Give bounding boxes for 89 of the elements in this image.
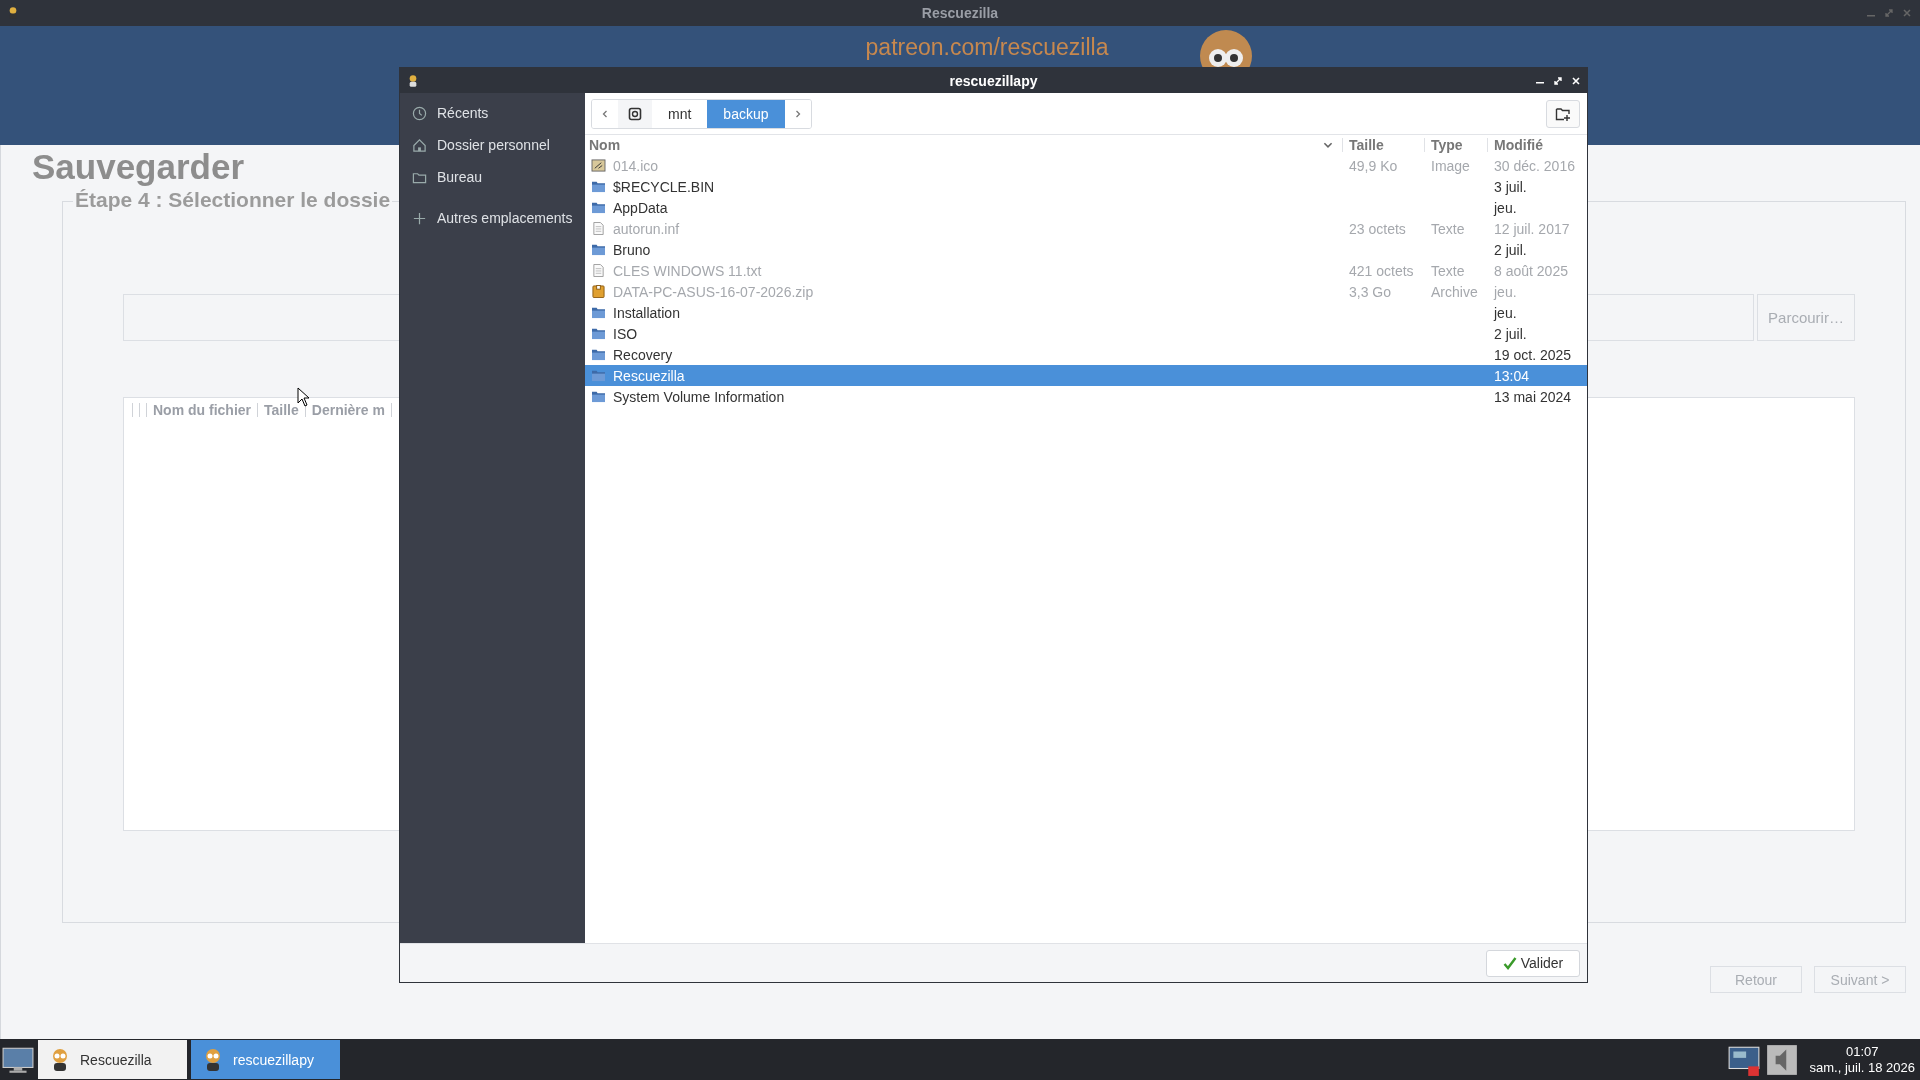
file-name: Rescuezilla: [613, 367, 685, 384]
file-name: System Volume Information: [613, 388, 785, 405]
place-item[interactable]: Autres emplacements: [400, 202, 585, 234]
file-name: Installation: [613, 304, 680, 321]
file-size: 23 octets: [1349, 220, 1406, 237]
file-name: Bruno: [613, 241, 651, 258]
file-modified: jeu.: [1494, 304, 1517, 321]
file-name: 014.ico: [613, 157, 659, 174]
file-row[interactable]: $RECYCLE.BIN 3 juil.: [585, 176, 1587, 197]
dialog-title: rescuezillapy: [949, 72, 1038, 89]
file-size: 421 octets: [1349, 262, 1414, 279]
text-file-icon: [591, 222, 606, 235]
file-size: 3,3 Go: [1349, 283, 1392, 300]
taskbar-task[interactable]: Rescuezilla: [38, 1040, 187, 1079]
chevron-left-icon: [600, 109, 610, 119]
file-name: autorun.inf: [613, 220, 680, 237]
file-modified: 3 juil.: [1494, 178, 1527, 195]
folder-icon: [591, 390, 606, 403]
clock-icon: [412, 105, 427, 121]
file-name: Recovery: [613, 346, 673, 363]
mascot-icon: [50, 1047, 70, 1072]
file-name: $RECYCLE.BIN: [613, 178, 715, 195]
path-segment[interactable]: backup: [707, 100, 785, 128]
file-modified: 8 août 2025: [1494, 262, 1568, 279]
folder-icon: [591, 201, 606, 214]
column-header[interactable]: Nom: [589, 137, 621, 153]
drive-icon: [628, 107, 642, 121]
file-row[interactable]: Rescuezilla 13:04: [585, 365, 1587, 386]
folder-icon: [591, 327, 606, 340]
file-name: AppData: [613, 199, 668, 216]
step-title: Étape 4 : Sélectionner le dossie: [73, 188, 393, 212]
file-row[interactable]: AppData jeu.: [585, 197, 1587, 218]
column-header[interactable]: Type: [1431, 137, 1463, 153]
file-modified: 2 juil.: [1494, 241, 1527, 258]
mascot-icon: [408, 73, 418, 88]
folder-icon: [591, 348, 606, 361]
file-row[interactable]: Bruno 2 juil.: [585, 239, 1587, 260]
place-item[interactable]: Dossier personnel: [400, 129, 585, 161]
drive-button[interactable]: [618, 100, 652, 128]
file-name: ISO: [613, 325, 638, 342]
file-row[interactable]: Installation jeu.: [585, 302, 1587, 323]
mascot-icon: [203, 1047, 223, 1072]
confirm-button[interactable]: Valider: [1486, 949, 1580, 977]
file-modified: 12 juil. 2017: [1494, 220, 1570, 237]
folder-icon: [591, 369, 606, 382]
image-file-icon: [591, 159, 606, 172]
column-header[interactable]: Taille: [264, 402, 299, 418]
archive-file-icon: [591, 285, 606, 298]
file-type: Image: [1431, 157, 1470, 174]
folder-icon: [591, 180, 606, 193]
folder-icon: [591, 243, 606, 256]
column-header[interactable]: Modifié: [1494, 137, 1543, 153]
file-modified: 2 juil.: [1494, 325, 1527, 342]
clock-date: sam., juil. 18 2026: [1809, 1059, 1915, 1076]
file-modified: 13:04: [1494, 367, 1530, 384]
file-size: 49,9 Ko: [1349, 157, 1398, 174]
monitor-icon[interactable]: [2, 1045, 34, 1074]
file-name: DATA-PC-ASUS-16-07-2026.zip: [613, 283, 814, 300]
new-folder-icon: [1555, 106, 1571, 122]
place-item[interactable]: Récents: [400, 97, 585, 129]
column-header[interactable]: Taille: [1349, 137, 1384, 153]
file-modified: 19 oct. 2025: [1494, 346, 1572, 363]
file-modified: jeu.: [1494, 199, 1517, 216]
column-header[interactable]: Nom du fichier: [153, 402, 251, 418]
plus-icon: [412, 210, 427, 226]
file-row[interactable]: ISO 2 juil.: [585, 323, 1587, 344]
checkmark-icon: [1502, 956, 1517, 970]
taskbar-task[interactable]: rescuezillapy: [191, 1040, 340, 1079]
folder-icon: [591, 306, 606, 319]
clock-time: 01:07: [1845, 1043, 1879, 1060]
new-folder-button[interactable]: [1546, 100, 1580, 128]
file-modified: 13 mai 2024: [1494, 388, 1572, 405]
file-row[interactable]: System Volume Information 13 mai 2024: [585, 386, 1587, 407]
mascot-icon: [8, 6, 18, 20]
text-file-icon: [591, 264, 606, 277]
page-title: Sauvegarder: [32, 147, 245, 187]
patreon-link[interactable]: patreon.com/rescuezilla: [865, 34, 1109, 61]
column-header[interactable]: Dernière m: [311, 402, 385, 418]
file-type: Texte: [1431, 262, 1465, 279]
file-row[interactable]: Recovery 19 oct. 2025: [585, 344, 1587, 365]
volume-icon[interactable]: [1765, 1042, 1800, 1077]
file-name: CLES WINDOWS 11.txt: [613, 262, 762, 279]
file-type: Texte: [1431, 220, 1465, 237]
file-modified: jeu.: [1494, 283, 1517, 300]
file-modified: 30 déc. 2016: [1494, 157, 1575, 174]
place-item[interactable]: Bureau: [400, 161, 585, 193]
window-title: Rescuezilla: [921, 5, 999, 21]
file-type: Archive: [1431, 283, 1478, 300]
home-icon: [412, 137, 427, 153]
